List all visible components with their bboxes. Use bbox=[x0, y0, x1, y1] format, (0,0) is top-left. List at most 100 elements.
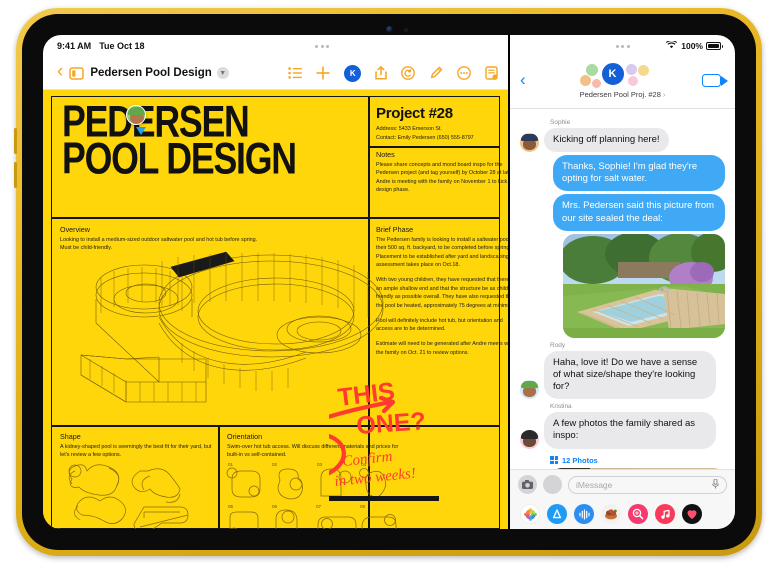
group-avatar-main: K bbox=[600, 62, 625, 86]
microphone-icon[interactable] bbox=[712, 478, 719, 491]
orientation-number-07: 07 bbox=[316, 504, 322, 509]
collaborators-avatar[interactable]: K bbox=[344, 64, 361, 82]
more-ellipsis-icon[interactable] bbox=[457, 66, 471, 80]
photos-app-icon[interactable] bbox=[520, 504, 540, 524]
project-address: Address: 5433 Emerson St. bbox=[376, 126, 442, 132]
notes-body: Please share concepts and mood board ins… bbox=[376, 161, 508, 194]
orientation-body: Swim-over hot tub access. Will discuss d… bbox=[227, 443, 399, 459]
message-bubble-incoming[interactable]: Haha, love it! Do we have a sense of wha… bbox=[544, 350, 716, 400]
photo-strip-preview[interactable] bbox=[550, 467, 725, 469]
back-icon[interactable]: ‹ bbox=[55, 62, 69, 84]
message-sender-sophie: Sophie bbox=[550, 119, 571, 126]
message-bubble-outgoing[interactable]: Mrs. Pedersen said this picture from our… bbox=[553, 194, 725, 231]
multitasking-handle[interactable] bbox=[315, 44, 329, 48]
photos-attachment-link[interactable]: 12 Photos bbox=[550, 456, 725, 465]
photo-attachment[interactable] bbox=[563, 233, 725, 338]
image-search-icon[interactable] bbox=[628, 504, 648, 524]
orientation-number-01: 01 bbox=[228, 462, 234, 467]
plus-icon[interactable] bbox=[316, 66, 330, 80]
orientation-heading: Orientation bbox=[227, 432, 263, 441]
message-row-3: Mrs. Pedersen said this picture from our… bbox=[520, 194, 725, 231]
facepile-avatar-6 bbox=[626, 75, 639, 87]
multitasking-handle-messages[interactable] bbox=[615, 44, 630, 48]
camera-icon[interactable] bbox=[518, 475, 537, 494]
new-note-icon[interactable] bbox=[485, 66, 498, 80]
project-number: Project #28 bbox=[376, 105, 453, 122]
volume-up-button[interactable] bbox=[14, 128, 17, 154]
digital-touch-icon[interactable] bbox=[682, 504, 702, 524]
collaborator-cursor-pointer bbox=[136, 127, 146, 135]
shape-section: Shape A kidney-shaped pool is seemingly … bbox=[60, 432, 212, 460]
message-row-5: A few photos the family shared as inspo: bbox=[520, 412, 725, 449]
photos-count-label: 12 Photos bbox=[562, 455, 598, 465]
message-bubble-incoming[interactable]: A few photos the family shared as inspo: bbox=[544, 412, 716, 449]
imessage-app-drawer bbox=[510, 499, 735, 529]
message-row-4: Haha, love it! Do we have a sense of wha… bbox=[520, 350, 725, 400]
undo-icon[interactable] bbox=[401, 66, 415, 80]
orientation-number-03: 03 bbox=[317, 462, 323, 467]
sidebar-toggle-icon[interactable] bbox=[69, 66, 85, 80]
message-row-photo bbox=[520, 233, 725, 338]
orientation-number-08: 08 bbox=[360, 504, 366, 509]
collaborator-cursor-avatar bbox=[126, 105, 146, 125]
document-hero-title: PEDERSEN POOL DESIGN bbox=[62, 99, 368, 185]
imessage-placeholder: iMessage bbox=[576, 479, 613, 490]
orientation-number-02: 02 bbox=[272, 462, 278, 467]
message-row-2: Thanks, Sophie! I'm glad they're opting … bbox=[520, 155, 725, 192]
messages-app-pane: 100% ‹ K Pedersen Pool Proj. #28 › Sophi… bbox=[508, 35, 735, 529]
note-page: PEDERSEN POOL DESIGN Project #28 Address… bbox=[51, 96, 508, 529]
avatar-sophie bbox=[520, 133, 539, 153]
project-contact: Contact: Emily Pedersen (650) 555-8797 bbox=[376, 135, 474, 142]
project-meta: Address: 5433 Emerson St. Contact: Emily… bbox=[376, 125, 508, 144]
page-title[interactable]: Pedersen Pool Design bbox=[90, 67, 211, 79]
apple-music-icon[interactable] bbox=[655, 504, 675, 524]
notes-section: Notes Please share concepts and mood boa… bbox=[376, 150, 508, 195]
conversation-name[interactable]: Pedersen Pool Proj. #28 › bbox=[580, 90, 666, 99]
battery-full-icon bbox=[706, 42, 723, 50]
app-store-icon[interactable]: app-store-icon bbox=[543, 475, 562, 494]
orientation-number-05: 05 bbox=[228, 504, 234, 509]
facetime-video-icon[interactable] bbox=[702, 74, 728, 87]
status-time: 9:41 AM bbox=[57, 41, 92, 51]
message-bubble-outgoing[interactable]: Thanks, Sophie! I'm glad they're opting … bbox=[553, 155, 725, 192]
facepile-avatar-2 bbox=[590, 78, 602, 89]
food-sticker-icon[interactable] bbox=[601, 504, 621, 524]
ambient-sensor-icon bbox=[404, 28, 408, 32]
orientation-number-04: 04 bbox=[361, 462, 367, 467]
audio-message-icon[interactable] bbox=[574, 504, 594, 524]
pool-shape-options bbox=[68, 464, 189, 529]
message-composer: app-store-icon iMessage bbox=[510, 469, 735, 499]
share-icon[interactable] bbox=[375, 66, 387, 80]
conversation-header: ‹ K Pedersen Pool Proj. #28 › bbox=[510, 57, 735, 109]
brief-heading: Brief Phase bbox=[376, 225, 414, 234]
message-sender-rody: Rody bbox=[550, 341, 566, 349]
message-sender-kristina: Kristina bbox=[550, 403, 572, 411]
avatar-kristina bbox=[520, 429, 539, 449]
messages-back-icon[interactable]: ‹ bbox=[520, 71, 526, 88]
pool-3d-wireframe-render bbox=[80, 251, 384, 403]
checklist-icon[interactable] bbox=[288, 67, 302, 79]
notes-toolbar: ‹ PEDERSEN Pedersen Pool Design ▼ bbox=[43, 57, 508, 89]
grid-icon bbox=[550, 456, 558, 465]
orientation-number-06: 06 bbox=[272, 504, 278, 509]
group-facepile[interactable]: K bbox=[563, 61, 683, 91]
app-store-icon[interactable] bbox=[547, 504, 567, 524]
avatar-rody bbox=[520, 380, 539, 400]
note-document[interactable]: PEDERSEN POOL DESIGN Project #28 Address… bbox=[43, 89, 508, 529]
message-bubble-incoming[interactable]: Kicking off planning here! bbox=[544, 128, 669, 153]
messages-status-bar: 100% bbox=[510, 35, 735, 57]
notes-status-bar: 9:41 AM Tue Oct 18 bbox=[43, 35, 508, 57]
markup-pen-icon[interactable] bbox=[429, 66, 443, 80]
facepile-avatar-5 bbox=[636, 64, 650, 77]
notes-app-pane: 9:41 AM Tue Oct 18 ‹ PEDERSEN Pedersen P… bbox=[43, 35, 508, 529]
facepile-avatar-3 bbox=[584, 63, 599, 77]
chevron-down-icon[interactable]: ▼ bbox=[216, 67, 229, 79]
front-camera-icon bbox=[386, 26, 393, 33]
message-thread[interactable]: Sophie Kicking off planning here! Thanks… bbox=[510, 109, 735, 469]
volume-down-button[interactable] bbox=[14, 162, 17, 188]
hero-line-2: POOL DESIGN bbox=[62, 134, 297, 185]
wifi-icon bbox=[666, 40, 678, 51]
screen-bezel: 9:41 AM Tue Oct 18 ‹ PEDERSEN Pedersen P… bbox=[22, 14, 756, 550]
imessage-input[interactable]: iMessage bbox=[568, 475, 727, 494]
orientation-options-grid: 01 02 03 04 05 06 07 08 bbox=[226, 462, 397, 529]
